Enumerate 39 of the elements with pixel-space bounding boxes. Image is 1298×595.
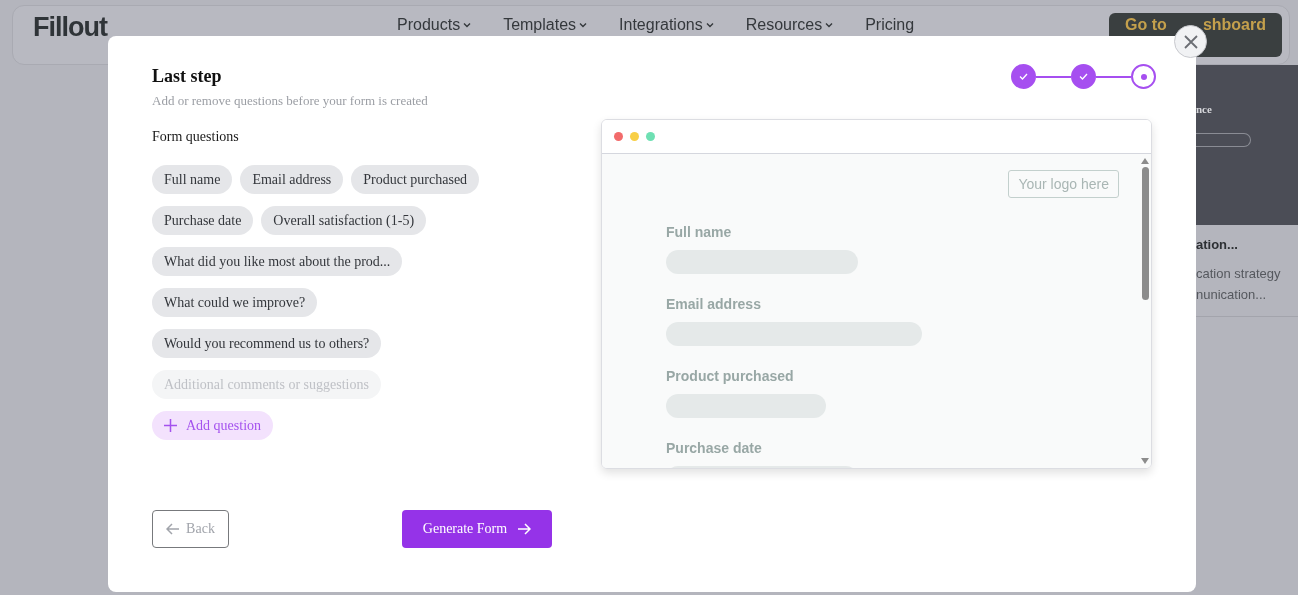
modal-title: Last step	[152, 66, 223, 87]
section-label: Form questions	[152, 129, 240, 145]
question-chip[interactable]: Overall satisfaction (1-5)	[261, 206, 427, 235]
scroll-down-icon[interactable]	[1141, 458, 1149, 464]
question-chip[interactable]: Email address	[240, 165, 344, 194]
nav-link[interactable]: Products	[397, 16, 472, 34]
question-chip[interactable]: What could we improve?	[152, 288, 318, 317]
question-chip[interactable]: Would you recommend us to others?	[152, 329, 382, 358]
scroll-up-icon[interactable]	[1141, 158, 1149, 164]
nav-link[interactable]: Pricing	[865, 16, 915, 34]
button-label: shboard	[1202, 16, 1266, 34]
logo: Fillout	[33, 14, 109, 41]
arrow-right-icon	[517, 523, 532, 535]
arrow-left-icon	[166, 523, 181, 535]
field-label: Product purchased	[666, 368, 795, 384]
card-overline: nce	[1196, 103, 1213, 115]
nav-link[interactable]: Resources	[745, 16, 834, 34]
generate-form-button[interactable]: Generate Form	[402, 510, 552, 548]
question-chip[interactable]: Full name	[152, 165, 233, 194]
question-chip[interactable]: Purchase date	[152, 206, 254, 235]
field-label: Purchase date	[666, 440, 763, 456]
card-description: cation strategy	[1196, 266, 1282, 281]
field-label: Email address	[666, 296, 762, 312]
plus-icon	[164, 419, 177, 432]
button-label: Go to	[1125, 16, 1167, 34]
field-label: Full name	[666, 224, 733, 240]
question-chip[interactable]: What did you like most about the prod...	[152, 247, 403, 276]
modal-subtitle: Add or remove questions before your form is created	[152, 93, 428, 109]
window-dot	[646, 132, 655, 141]
card-description: nunication...	[1196, 287, 1268, 302]
window-dot	[630, 132, 639, 141]
close-icon	[1183, 34, 1198, 49]
nav-link[interactable]: Integrations	[619, 16, 714, 34]
scrollbar-thumb[interactable]	[1141, 167, 1149, 300]
window-dot	[614, 132, 623, 141]
question-chip[interactable]: Product purchased	[351, 165, 480, 194]
card-title: ation...	[1196, 237, 1239, 252]
add-question-button[interactable]: Add question	[152, 411, 274, 440]
nav-link[interactable]: Templates	[503, 16, 588, 34]
